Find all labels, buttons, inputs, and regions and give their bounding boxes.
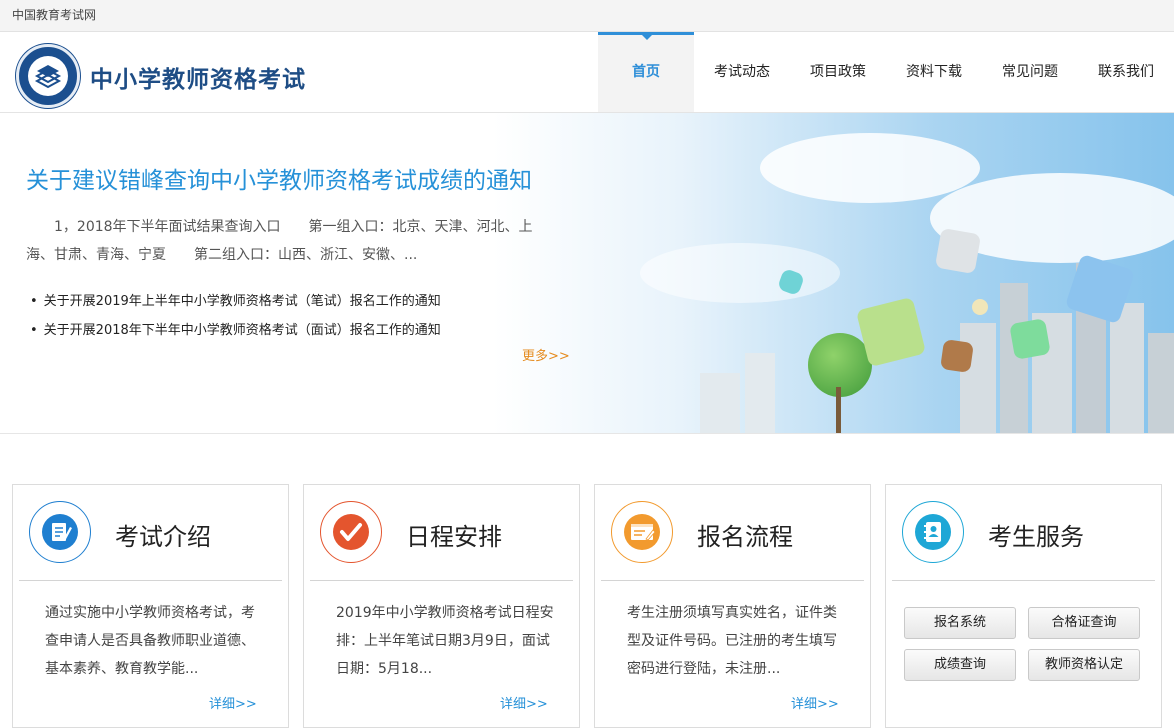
teacher-qualification-button[interactable]: 教师资格认定 bbox=[1028, 649, 1140, 681]
contact-book-icon bbox=[915, 514, 951, 550]
card-schedule: 日程安排 2019年中小学教师资格考试日程安排：上半年笔试日期3月9日，面试日期… bbox=[303, 484, 580, 728]
card-title: 日程安排 bbox=[406, 523, 502, 551]
card-text: 通过实施中小学教师资格考试，考查申请人是否具备教师职业道德、基本素养、教育教学能… bbox=[45, 605, 255, 677]
news-item[interactable]: 关于开展2018年下半年中小学教师资格考试（面试）报名工作的通知 bbox=[30, 316, 441, 345]
news-list: 关于开展2019年上半年中小学教师资格考试（笔试）报名工作的通知 关于开展201… bbox=[30, 287, 441, 345]
nav-faq[interactable]: 常见问题 bbox=[982, 32, 1078, 112]
card-detail-link[interactable]: 详细>> bbox=[791, 693, 839, 712]
site-title: 中小学教师资格考试 bbox=[90, 67, 306, 93]
top-bar-text: 中国教育考试网 bbox=[12, 8, 97, 22]
card-detail-link[interactable]: 详细>> bbox=[500, 693, 548, 712]
hero-banner: 关于建议错峰查询中小学教师资格考试成绩的通知 1，2018年下半年面试结果查询入… bbox=[0, 113, 1174, 434]
certificate-query-button[interactable]: 合格证查询 bbox=[1028, 607, 1140, 639]
banner-description: 1，2018年下半年面试结果查询入口 第一组入口：北京、天津、河北、上海、甘肃、… bbox=[26, 219, 533, 263]
nav-policy[interactable]: 项目政策 bbox=[790, 32, 886, 112]
book-stack-icon bbox=[34, 65, 62, 89]
site-header: 中小学教师资格考试 首页 考试动态 项目政策 资料下载 常见问题 联系我们 bbox=[0, 32, 1174, 113]
more-news-link[interactable]: 更多>> bbox=[522, 345, 570, 364]
card-title: 报名流程 bbox=[697, 523, 793, 551]
card-registration-process: 报名流程 考生注册须填写真实姓名，证件类型及证件号码。已注册的考生填写密码进行登… bbox=[594, 484, 871, 728]
site-logo[interactable] bbox=[16, 44, 80, 108]
exam-doc-icon bbox=[42, 514, 78, 550]
nav-contact[interactable]: 联系我们 bbox=[1078, 32, 1174, 112]
nav-exam-news[interactable]: 考试动态 bbox=[694, 32, 790, 112]
card-title: 考试介绍 bbox=[115, 523, 211, 551]
card-title: 考生服务 bbox=[988, 523, 1084, 551]
main-nav: 首页 考试动态 项目政策 资料下载 常见问题 联系我们 bbox=[598, 32, 1174, 112]
registration-system-button[interactable]: 报名系统 bbox=[904, 607, 1016, 639]
checkmark-icon bbox=[333, 514, 369, 550]
card-detail-link[interactable]: 详细>> bbox=[209, 693, 257, 712]
card-candidate-service: 考生服务 报名系统 合格证查询 成绩查询 教师资格认定 bbox=[885, 484, 1162, 728]
card-text: 考生注册须填写真实姓名，证件类型及证件号码。已注册的考生填写密码进行登陆，未注册… bbox=[627, 605, 837, 677]
service-buttons: 报名系统 合格证查询 成绩查询 教师资格认定 bbox=[904, 607, 1140, 681]
card-exam-intro: 考试介绍 通过实施中小学教师资格考试，考查申请人是否具备教师职业道德、基本素养、… bbox=[12, 484, 289, 728]
info-cards: 考试介绍 通过实施中小学教师资格考试，考查申请人是否具备教师职业道德、基本素养、… bbox=[12, 484, 1162, 728]
card-text: 2019年中小学教师资格考试日程安排：上半年笔试日期3月9日，面试日期：5月18… bbox=[336, 605, 554, 677]
top-bar: 中国教育考试网 bbox=[0, 0, 1174, 32]
score-query-button[interactable]: 成绩查询 bbox=[904, 649, 1016, 681]
form-edit-icon bbox=[624, 514, 660, 550]
nav-downloads[interactable]: 资料下载 bbox=[886, 32, 982, 112]
nav-home[interactable]: 首页 bbox=[598, 32, 694, 112]
news-item[interactable]: 关于开展2019年上半年中小学教师资格考试（笔试）报名工作的通知 bbox=[30, 287, 441, 316]
banner-headline[interactable]: 关于建议错峰查询中小学教师资格考试成绩的通知 bbox=[26, 161, 532, 195]
